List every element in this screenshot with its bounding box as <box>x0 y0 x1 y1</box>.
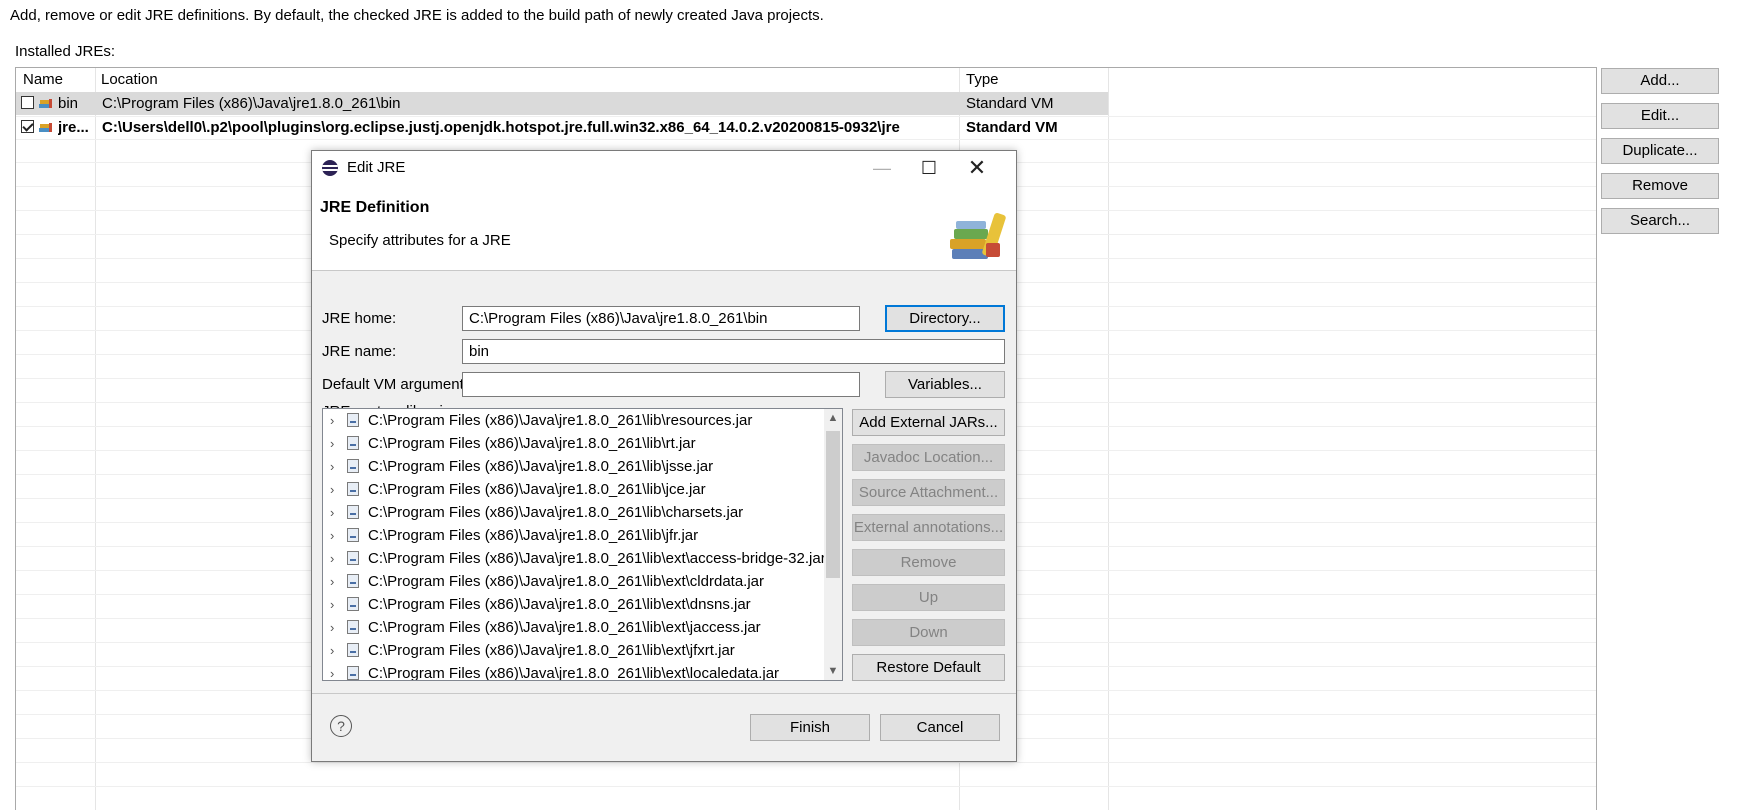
jre-location: C:\Users\dell0\.p2\pool\plugins\org.ecli… <box>102 119 900 136</box>
chevron-right-icon[interactable]: › <box>330 616 334 639</box>
dialog-header-subtitle: Specify attributes for a JRE <box>329 232 511 249</box>
column-header-name[interactable]: Name <box>23 68 63 92</box>
dialog-header-title: JRE Definition <box>320 199 430 216</box>
jar-icon <box>347 551 359 565</box>
move-up-button[interactable]: Up <box>852 584 1005 611</box>
jre-type: Standard VM <box>966 119 1058 136</box>
installed-jres-label: Installed JREs: <box>15 43 116 60</box>
duplicate-jre-button[interactable]: Duplicate... <box>1601 138 1719 164</box>
edit-jre-dialog: Edit JRE — ☐ ✕ JRE Definition Specify at… <box>311 150 1017 762</box>
jar-icon <box>347 436 359 450</box>
scroll-up-icon[interactable]: ▲ <box>824 409 842 427</box>
jre-checkbox[interactable] <box>21 96 34 109</box>
table-row[interactable]: bin C:\Program Files (x86)\Java\jre1.8.0… <box>16 92 1108 115</box>
chevron-right-icon[interactable]: › <box>330 501 334 524</box>
edit-jre-button[interactable]: Edit... <box>1601 103 1719 129</box>
close-icon[interactable]: ✕ <box>954 151 1000 185</box>
dialog-titlebar[interactable]: Edit JRE — ☐ ✕ <box>312 151 1016 185</box>
variables-button[interactable]: Variables... <box>885 371 1005 398</box>
chevron-right-icon[interactable]: › <box>330 524 334 547</box>
chevron-right-icon[interactable]: › <box>330 662 334 680</box>
jre-name: jre... <box>58 119 89 136</box>
javadoc-location-button[interactable]: Javadoc Location... <box>852 444 1005 471</box>
table-row[interactable]: jre... C:\Users\dell0\.p2\pool\plugins\o… <box>16 116 1108 139</box>
cancel-button[interactable]: Cancel <box>880 714 1000 741</box>
chevron-right-icon[interactable]: › <box>330 547 334 570</box>
jre-location: C:\Program Files (x86)\Java\jre1.8.0_261… <box>102 95 401 112</box>
column-header-location[interactable]: Location <box>101 68 158 92</box>
minimize-icon[interactable]: — <box>859 151 905 185</box>
jre-home-input[interactable]: C:\Program Files (x86)\Java\jre1.8.0_261… <box>462 306 860 331</box>
jar-icon <box>347 643 359 657</box>
column-header-type[interactable]: Type <box>966 68 999 92</box>
jre-home-label: JRE home: <box>322 310 397 327</box>
help-icon[interactable]: ? <box>330 715 352 737</box>
jar-icon <box>347 482 359 496</box>
add-external-jars-button[interactable]: Add External JARs... <box>852 409 1005 436</box>
search-jre-button[interactable]: Search... <box>1601 208 1719 234</box>
chevron-right-icon[interactable]: › <box>330 570 334 593</box>
external-annotations-button[interactable]: External annotations... <box>852 514 1005 541</box>
dialog-title: Edit JRE <box>347 159 406 176</box>
chevron-right-icon[interactable]: › <box>330 455 334 478</box>
remove-library-button[interactable]: Remove <box>852 549 1005 576</box>
jre-books-icon <box>950 213 1006 259</box>
maximize-icon[interactable]: ☐ <box>906 151 952 185</box>
vm-arguments-input[interactable] <box>462 372 860 397</box>
jar-icon <box>347 413 359 427</box>
preference-description: Add, remove or edit JRE definitions. By … <box>10 7 824 24</box>
directory-button[interactable]: Directory... <box>885 305 1005 332</box>
libraries-scrollbar[interactable]: ▲ ▼ <box>824 409 842 680</box>
chevron-right-icon[interactable]: › <box>330 639 334 662</box>
vm-arguments-label: Default VM arguments: <box>322 376 476 393</box>
jre-name-input[interactable]: bin <box>462 339 1005 364</box>
chevron-right-icon[interactable]: › <box>330 478 334 501</box>
finish-button[interactable]: Finish <box>750 714 870 741</box>
chevron-right-icon[interactable]: › <box>330 409 334 432</box>
jar-icon <box>347 574 359 588</box>
jre-icon <box>39 123 52 132</box>
chevron-right-icon[interactable]: › <box>330 593 334 616</box>
move-down-button[interactable]: Down <box>852 619 1005 646</box>
dialog-header: JRE Definition Specify attributes for a … <box>312 185 1016 271</box>
restore-default-button[interactable]: Restore Default <box>852 654 1005 681</box>
jre-checkbox[interactable] <box>21 120 34 133</box>
scroll-down-icon[interactable]: ▼ <box>824 662 842 680</box>
jre-type: Standard VM <box>966 95 1054 112</box>
add-jre-button[interactable]: Add... <box>1601 68 1719 94</box>
system-libraries-list[interactable]: › C:\Program Files (x86)\Java\jre1.8.0_26… <box>322 408 843 681</box>
jar-icon <box>347 528 359 542</box>
jar-icon <box>347 666 359 680</box>
jre-name: bin <box>58 95 79 112</box>
eclipse-logo-icon <box>322 160 338 176</box>
scrollbar-thumb[interactable] <box>826 431 840 578</box>
remove-jre-button[interactable]: Remove <box>1601 173 1719 199</box>
jar-icon <box>347 597 359 611</box>
jre-name-label: JRE name: <box>322 343 397 360</box>
jar-icon <box>347 505 359 519</box>
source-attachment-button[interactable]: Source Attachment... <box>852 479 1005 506</box>
jar-icon <box>347 620 359 634</box>
jre-icon <box>39 99 52 108</box>
jar-icon <box>347 459 359 473</box>
chevron-right-icon[interactable]: › <box>330 432 334 455</box>
